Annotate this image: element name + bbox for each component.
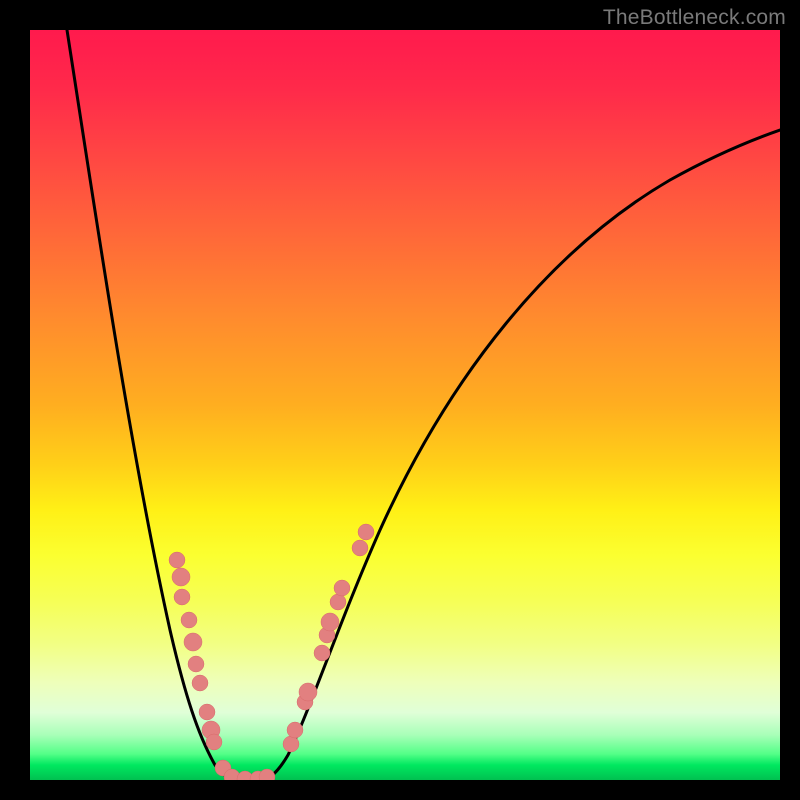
watermark-text: TheBottleneck.com — [603, 6, 786, 30]
marker-point — [299, 683, 317, 701]
marker-point — [334, 580, 350, 596]
marker-point — [192, 675, 208, 691]
plot-area — [30, 30, 780, 780]
marker-point — [181, 612, 197, 628]
chart-svg — [30, 30, 780, 780]
marker-point — [358, 524, 374, 540]
curve-left-descent — [67, 30, 235, 780]
marker-point — [172, 568, 190, 586]
marker-point — [199, 704, 215, 720]
marker-point — [283, 736, 299, 752]
marker-point — [188, 656, 204, 672]
marker-point — [321, 613, 339, 631]
marker-point — [352, 540, 368, 556]
marker-point — [314, 645, 330, 661]
marker-point — [169, 552, 185, 568]
marker-point — [184, 633, 202, 651]
marker-point — [287, 722, 303, 738]
bottleneck-curve — [67, 30, 780, 780]
marker-point — [259, 769, 275, 780]
data-markers — [169, 524, 374, 780]
marker-point — [174, 589, 190, 605]
marker-point — [206, 734, 222, 750]
curve-right-ascent — [262, 130, 780, 780]
chart-frame: TheBottleneck.com — [0, 0, 800, 800]
marker-point — [330, 594, 346, 610]
